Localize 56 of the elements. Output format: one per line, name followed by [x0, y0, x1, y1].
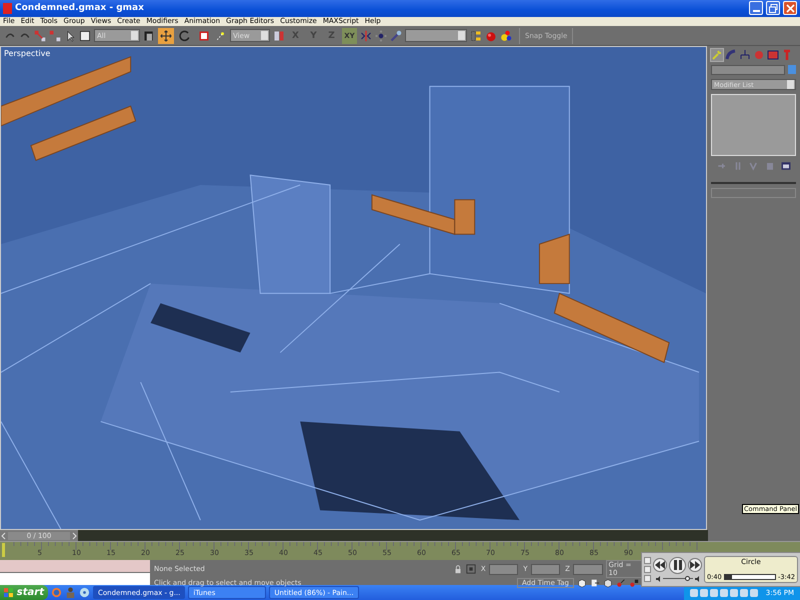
start-button[interactable]: start [0, 585, 48, 600]
script-listener-output[interactable] [0, 560, 150, 572]
next-button[interactable] [688, 558, 702, 572]
unlink-icon[interactable] [49, 30, 61, 42]
absolute-mode-icon[interactable] [466, 564, 476, 574]
restore-icon [768, 4, 778, 13]
configure-sets-icon[interactable] [780, 160, 792, 172]
hierarchy-tab[interactable] [739, 49, 751, 62]
viewport-drawing[interactable] [1, 47, 706, 530]
minimize-icon [752, 10, 760, 12]
speaker-loud-icon [694, 574, 700, 583]
close-button[interactable] [783, 1, 797, 16]
z-coordinate-field[interactable] [572, 564, 603, 575]
create-tab[interactable] [711, 49, 723, 62]
move-icon[interactable] [158, 28, 174, 44]
lock-icon[interactable] [452, 564, 463, 574]
cube-icon[interactable] [576, 578, 587, 588]
layers-icon[interactable] [470, 30, 482, 42]
app-logo-icon [3, 2, 12, 14]
close-icon [786, 4, 794, 13]
object-name-field[interactable] [711, 65, 785, 76]
window-title: Condemned.gmax - gmax [15, 3, 144, 14]
progress-track[interactable] [724, 574, 776, 580]
material-spheres-icon[interactable] [500, 30, 512, 42]
pivot-icon[interactable] [215, 30, 227, 42]
display-tab[interactable] [767, 49, 779, 62]
link-icon[interactable] [34, 30, 46, 42]
script-listener-input[interactable] [0, 573, 150, 586]
region-select-icon[interactable] [79, 30, 91, 42]
expand-player-button[interactable] [644, 575, 651, 582]
modify-tab[interactable] [725, 49, 737, 62]
speaker-icon [656, 574, 660, 583]
exit-icon[interactable] [590, 578, 600, 588]
previous-button[interactable] [653, 558, 667, 572]
named-selection-dropdown[interactable] [405, 29, 467, 42]
mirror-icon[interactable] [360, 30, 372, 42]
pause-icon [674, 560, 682, 570]
figure-icon[interactable] [65, 587, 76, 598]
pause-button[interactable] [669, 556, 686, 574]
align-icon[interactable] [375, 30, 387, 42]
object-color-swatch[interactable] [788, 65, 796, 74]
box-icon[interactable] [602, 578, 613, 588]
restore-button[interactable] [766, 1, 780, 16]
x-coordinate-field[interactable] [488, 564, 518, 575]
windows-flag-icon [4, 586, 14, 599]
minimize-button[interactable] [749, 1, 763, 16]
wrench-icon[interactable] [390, 30, 402, 42]
close-player-button[interactable] [644, 557, 651, 564]
volume-thumb[interactable] [684, 576, 690, 582]
current-frame-marker[interactable] [2, 543, 5, 558]
music-disc-icon[interactable] [79, 587, 90, 598]
y-coordinate-field[interactable] [530, 564, 560, 575]
viewport-label[interactable]: Perspective [4, 49, 50, 58]
select-by-name-icon[interactable] [143, 30, 155, 42]
resize-player-button[interactable] [644, 566, 651, 574]
pivot-center-icon[interactable] [273, 30, 285, 42]
